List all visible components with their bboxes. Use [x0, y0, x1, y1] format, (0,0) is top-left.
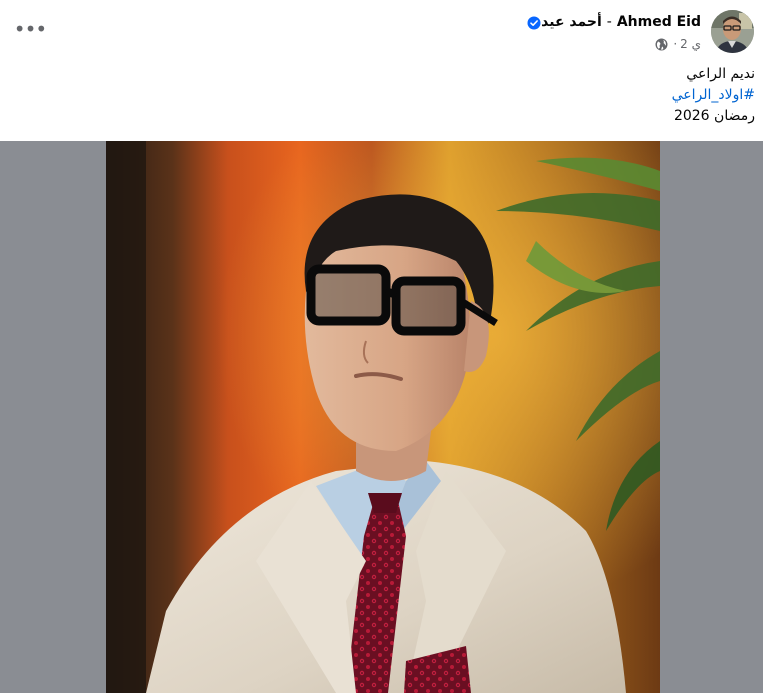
author-name-arabic[interactable]: أحمد عيد — [541, 14, 602, 30]
hashtag-link[interactable]: #اولاد_الراعي — [15, 85, 755, 106]
post-photo[interactable] — [106, 141, 660, 693]
post-text-line: رمضان 2026 — [673, 108, 755, 124]
author-avatar[interactable] — [711, 10, 754, 53]
post-timestamp[interactable]: 2 ي — [680, 37, 701, 51]
post-header: ••• Ahmed Eid - أحمد عيد 2 ي · نديم الرا… — [0, 0, 763, 141]
author-line: Ahmed Eid - أحمد عيد — [523, 12, 701, 32]
more-horizontal-icon: ••• — [13, 17, 47, 41]
author-separator: - — [606, 14, 612, 30]
post-text: نديم الراعي #اولاد_الراعي رمضان 2026 — [15, 64, 755, 127]
author-name[interactable]: Ahmed Eid — [617, 14, 701, 30]
meta-separator: · — [673, 37, 678, 51]
avatar-image — [711, 10, 754, 53]
post-options-button[interactable]: ••• — [12, 14, 48, 44]
post-text-line: نديم الراعي — [686, 66, 755, 82]
post-media — [0, 141, 763, 693]
globe-icon[interactable] — [655, 38, 668, 51]
portrait-image — [106, 141, 660, 693]
post-meta: 2 ي · — [655, 35, 701, 53]
verified-badge-icon — [527, 15, 541, 30]
